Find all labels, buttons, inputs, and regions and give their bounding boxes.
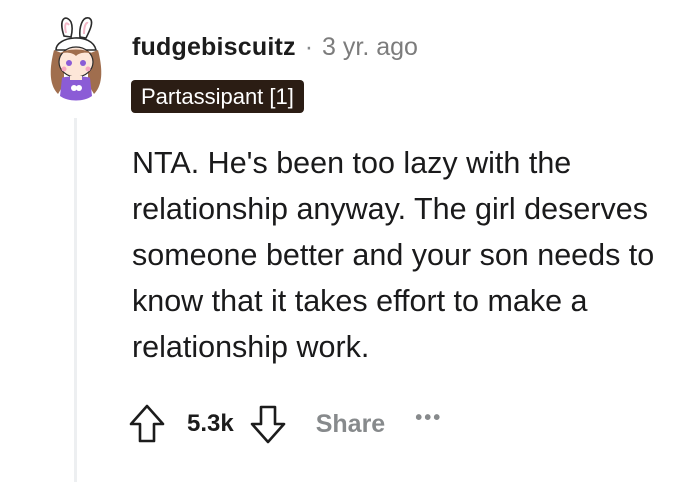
bunny-hat-avatar-icon [50,17,102,101]
avatar[interactable] [44,14,108,106]
author-username[interactable]: fudgebiscuitz [132,33,296,62]
comment-body: NTA. He's been too lazy with the relatio… [132,146,655,364]
comment-timestamp[interactable]: 3 yr. ago [322,33,418,62]
more-options-button[interactable]: ••• [415,407,442,430]
comment-actions: 5.3k Share ••• [127,400,442,448]
thread-collapse-line[interactable] [74,118,77,482]
meta-separator: · [304,32,314,61]
upvote-button[interactable] [127,400,167,448]
downvote-button[interactable] [248,400,288,448]
downvote-arrow-icon [250,405,286,444]
user-flair: Partassipant [1] [131,80,304,113]
vote-score: 5.3k [187,410,234,437]
comment: fudgebiscuitz · 3 yr. ago Partassipant [… [0,0,700,482]
share-button[interactable]: Share [316,410,385,439]
upvote-arrow-icon [129,404,165,443]
comment-meta: fudgebiscuitz · 3 yr. ago [132,30,418,64]
